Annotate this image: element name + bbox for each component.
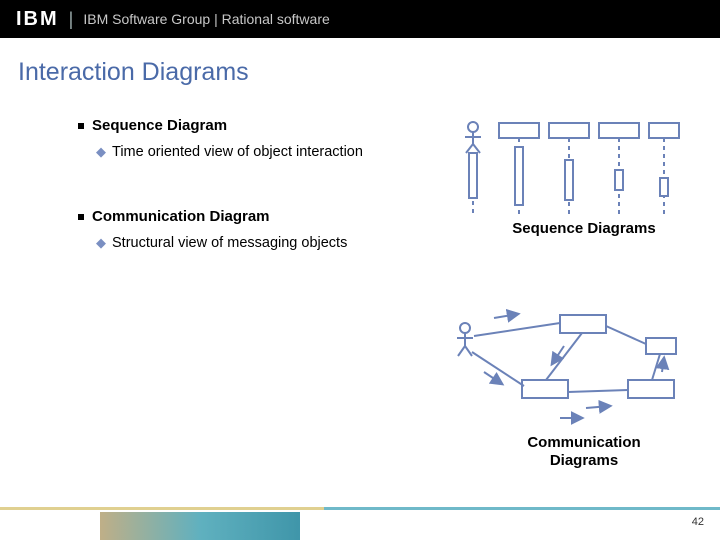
page-number: 42 — [692, 516, 704, 528]
section-sub-communication: ◆ Structural view of messaging objects — [96, 235, 720, 251]
top-bar: IBM | IBM Software Group | Rational soft… — [0, 0, 720, 38]
section-head-label: Communication Diagram — [92, 208, 270, 225]
footer-collage-image — [100, 512, 300, 540]
communication-diagram-figure — [452, 308, 684, 426]
ibm-logo: IBM — [16, 8, 59, 31]
section-head-label: Sequence Diagram — [92, 117, 227, 134]
topbar-text: IBM Software Group | Rational software — [83, 11, 329, 27]
communication-caption: Communication Diagrams — [504, 434, 664, 470]
arrow-bullet-icon: ◆ — [96, 235, 106, 251]
section-sub-label: Structural view of messaging objects — [112, 235, 347, 251]
sequence-diagram-figure — [462, 120, 684, 215]
section-sub-label: Time oriented view of object interaction — [112, 144, 363, 160]
arrow-bullet-icon: ◆ — [96, 144, 106, 160]
divider: | — [69, 9, 74, 30]
sequence-caption: Sequence Diagrams — [494, 220, 674, 237]
slide-title: Interaction Diagrams — [18, 58, 720, 87]
square-bullet-icon — [78, 214, 84, 220]
square-bullet-icon — [78, 123, 84, 129]
footer-strip — [0, 510, 720, 540]
